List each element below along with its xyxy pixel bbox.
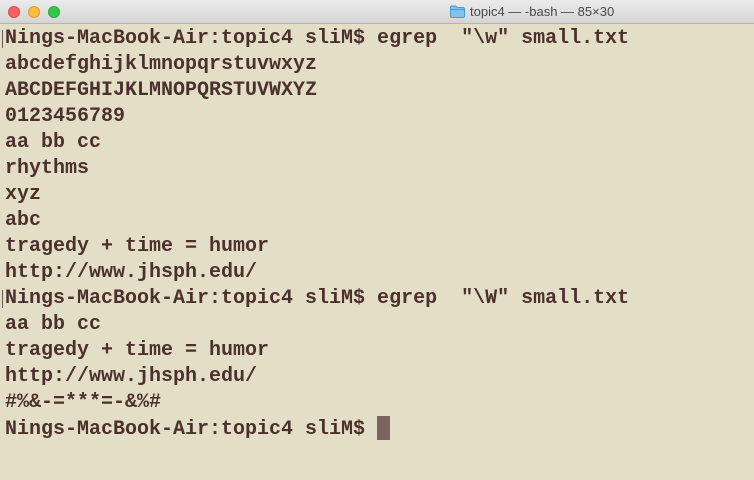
terminal-line: #%&-=***=-&%# [5,391,162,414]
prompt-mark [2,30,3,48]
close-button[interactable] [8,6,20,18]
terminal-line: xyz [5,183,42,206]
terminal-line: 0123456789 [5,105,126,128]
zoom-button[interactable] [48,6,60,18]
terminal-line: tragedy + time = humor [5,339,270,362]
terminal-window: topic4 — -bash — 85×30 Nings-MacBook-Air… [0,0,754,480]
command-line: Nings-MacBook-Air:topic4 sliM$ egrep "\w… [5,27,630,50]
terminal-line: rhythms [5,157,90,180]
text-cursor [377,416,391,440]
active-prompt-line[interactable]: Nings-MacBook-Air:topic4 sliM$ [5,416,754,442]
terminal-line: Nings-MacBook-Air:topic4 sliM$ egrep "\w… [2,26,754,52]
shell-prompt: Nings-MacBook-Air:topic4 sliM$ [5,418,378,441]
terminal-line: Nings-MacBook-Air:topic4 sliM$ egrep "\W… [2,286,754,312]
terminal-line: http://www.jhsph.edu/ [5,261,258,284]
folder-icon [450,5,465,18]
window-title-text: topic4 — -bash — 85×30 [470,4,615,19]
terminal-line: aa bb cc [5,313,102,336]
terminal-output[interactable]: Nings-MacBook-Air:topic4 sliM$ egrep "\w… [0,26,754,480]
terminal-line: http://www.jhsph.edu/ [5,365,258,388]
terminal-line: aa bb cc [5,131,102,154]
terminal-line: ABCDEFGHIJKLMNOPQRSTUVWXYZ [5,79,318,102]
minimize-button[interactable] [28,6,40,18]
window-title: topic4 — -bash — 85×30 [450,0,615,24]
title-bar[interactable]: topic4 — -bash — 85×30 [0,0,754,24]
terminal-line: tragedy + time = humor [5,235,270,258]
terminal-line: abcdefghijklmnopqrstuvwxyz [5,53,318,76]
terminal-line: abc [5,209,42,232]
prompt-mark [2,290,3,308]
command-line: Nings-MacBook-Air:topic4 sliM$ egrep "\W… [5,287,630,310]
